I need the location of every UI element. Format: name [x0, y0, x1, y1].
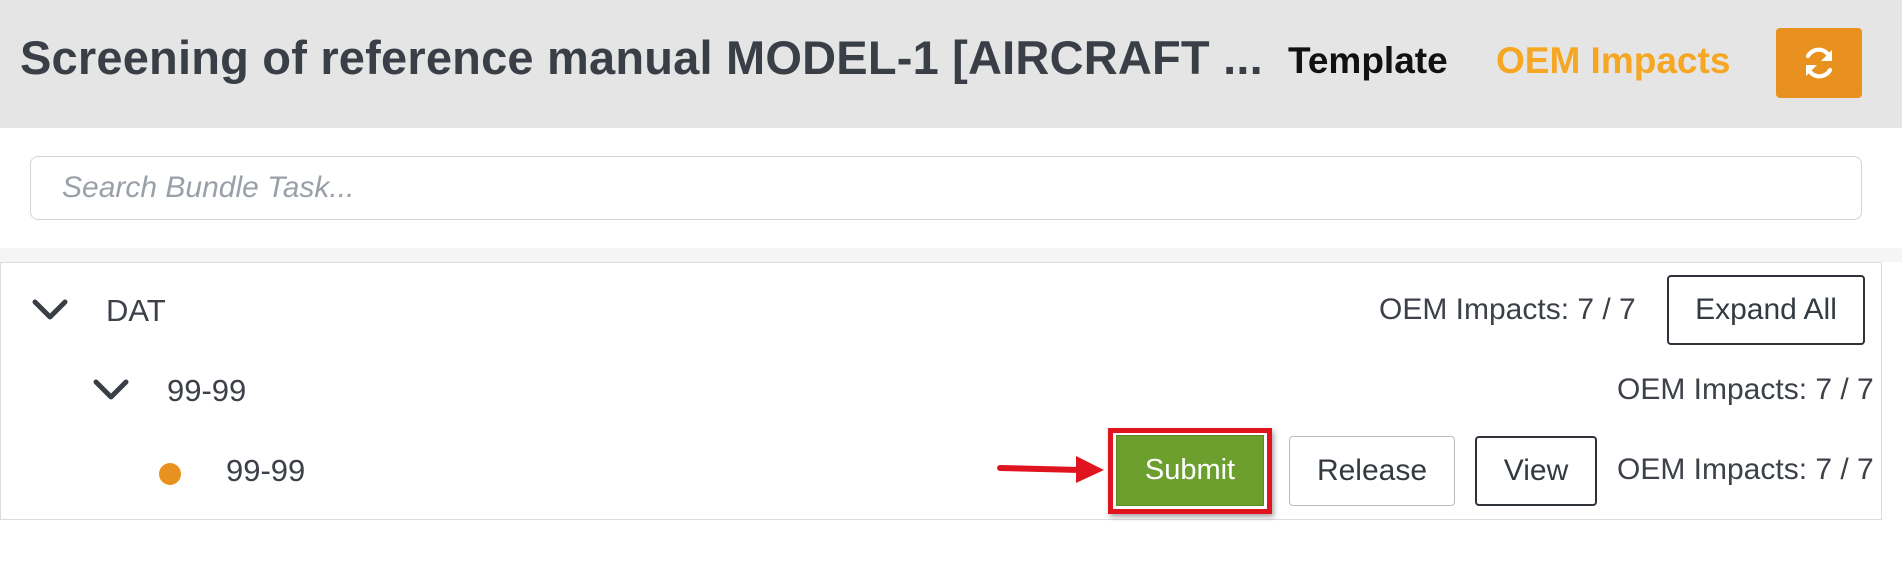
status-dot-icon: [159, 463, 181, 485]
refresh-icon: [1805, 47, 1833, 79]
oem-impacts-count: OEM Impacts: 7 / 7: [1617, 453, 1874, 486]
page-title: Screening of reference manual MODEL-1 [A…: [20, 31, 1263, 84]
search-input[interactable]: [30, 156, 1862, 220]
release-button[interactable]: Release: [1289, 436, 1455, 506]
view-button[interactable]: View: [1475, 436, 1597, 506]
tree-node-label[interactable]: 99-99: [167, 373, 246, 409]
refresh-button[interactable]: [1776, 28, 1862, 98]
page-header: Screening of reference manual MODEL-1 [A…: [0, 0, 1902, 128]
search-bar: [0, 128, 1902, 248]
expand-all-button[interactable]: Expand All: [1667, 275, 1865, 345]
oem-impacts-count: OEM Impacts: 7 / 7: [1379, 293, 1636, 326]
submit-button[interactable]: Submit: [1116, 435, 1264, 506]
tab-oem-impacts[interactable]: OEM Impacts: [1496, 40, 1730, 82]
oem-impacts-count: OEM Impacts: 7 / 7: [1617, 373, 1874, 406]
chevron-down-icon[interactable]: [92, 377, 130, 408]
chevron-down-icon[interactable]: [31, 297, 69, 328]
task-label[interactable]: 99-99: [226, 453, 305, 489]
divider: [0, 248, 1902, 262]
tree-node-label[interactable]: DAT: [106, 293, 166, 329]
bundle-task-tree: DAT OEM Impacts: 7 / 7 Expand All 99-99 …: [0, 262, 1882, 520]
annotation-arrow-icon: [997, 456, 1104, 483]
tab-template[interactable]: Template: [1288, 40, 1448, 82]
